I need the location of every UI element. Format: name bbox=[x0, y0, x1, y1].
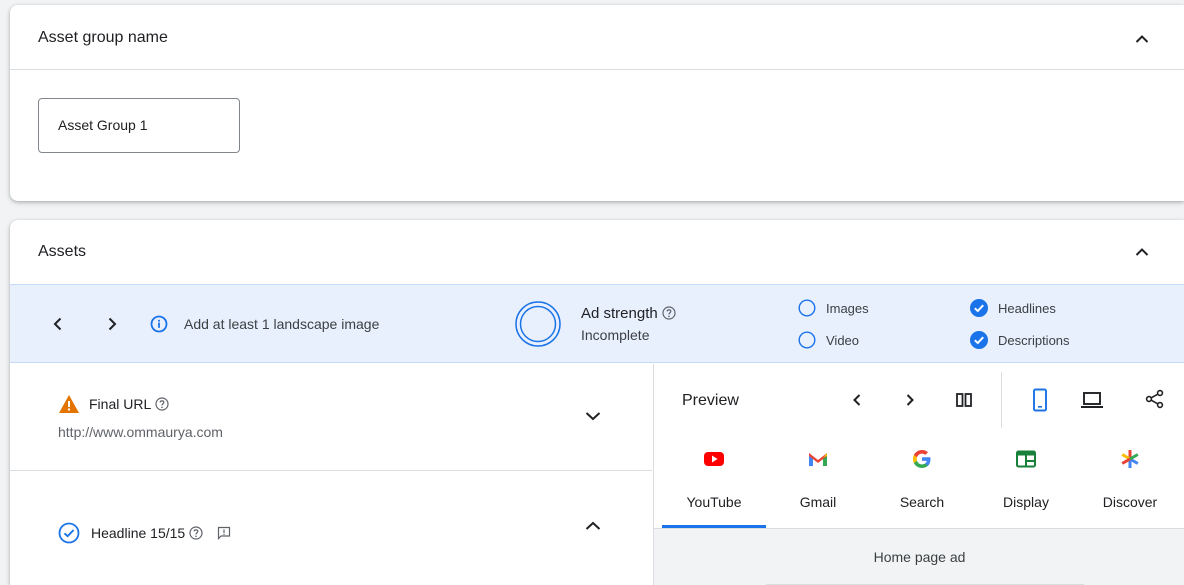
final-url-title: Final URL bbox=[89, 396, 169, 412]
tab-display[interactable]: Display bbox=[974, 436, 1078, 528]
asset-group-name-card: Asset group name Asset Group 1 bbox=[10, 5, 1184, 201]
preview-panel: Preview YouTube Gmail Search Display Dis… bbox=[653, 364, 1184, 585]
share-icon[interactable] bbox=[1145, 389, 1165, 409]
previous-tip-button[interactable] bbox=[50, 315, 66, 333]
toolbar-divider bbox=[1001, 372, 1002, 428]
expand-chevron-down-icon[interactable] bbox=[584, 408, 601, 424]
ad-strength-ring-icon bbox=[514, 300, 562, 348]
ad-type-label: Home page ad bbox=[873, 549, 966, 565]
info-icon bbox=[150, 315, 168, 333]
next-preview-button[interactable] bbox=[900, 390, 920, 410]
headline-title: Headline 15/15 bbox=[91, 525, 231, 541]
help-icon[interactable] bbox=[155, 397, 169, 411]
collapse-chevron-up-icon[interactable] bbox=[1134, 31, 1150, 47]
asset-group-name-input[interactable]: Asset Group 1 bbox=[38, 98, 240, 153]
ad-strength-label: Ad strength bbox=[581, 305, 676, 322]
view-columns-icon[interactable] bbox=[954, 390, 974, 410]
check-circle-outline-icon bbox=[58, 522, 80, 544]
final-url-section[interactable]: Final URL http://www.ommaurya.com bbox=[10, 364, 652, 471]
warning-icon bbox=[58, 394, 80, 414]
preview-canvas: Home page ad bbox=[654, 529, 1184, 585]
tab-search[interactable]: Search bbox=[870, 436, 974, 528]
display-icon bbox=[1015, 448, 1037, 470]
ad-strength-bar: Add at least 1 landscape image Ad streng… bbox=[10, 284, 1184, 363]
laptop-device-icon[interactable] bbox=[1080, 390, 1104, 410]
help-icon[interactable] bbox=[189, 526, 203, 540]
assets-header[interactable]: Assets bbox=[10, 220, 1184, 284]
previous-preview-button[interactable] bbox=[847, 390, 867, 410]
check-circle-icon bbox=[970, 299, 988, 317]
discover-icon bbox=[1119, 448, 1141, 470]
tab-discover[interactable]: Discover bbox=[1078, 436, 1182, 528]
asset-group-name-header[interactable]: Asset group name bbox=[10, 5, 1184, 70]
check-circle-icon bbox=[970, 331, 988, 349]
asset-group-name-title: Asset group name bbox=[38, 29, 168, 46]
assets-card: Assets Add at least 1 landscape image Ad… bbox=[10, 220, 1184, 585]
empty-circle-icon bbox=[798, 331, 816, 349]
mobile-device-icon[interactable] bbox=[1030, 388, 1050, 412]
youtube-icon bbox=[703, 448, 725, 470]
empty-circle-icon bbox=[798, 299, 816, 317]
ad-strength-value: Incomplete bbox=[581, 327, 650, 343]
tab-gmail[interactable]: Gmail bbox=[766, 436, 870, 528]
tab-youtube[interactable]: YouTube bbox=[662, 436, 766, 528]
collapse-chevron-up-icon[interactable] bbox=[584, 518, 601, 534]
collapse-chevron-up-icon[interactable] bbox=[1134, 244, 1150, 260]
headline-section[interactable]: Headline 15/15 bbox=[10, 472, 652, 585]
gmail-icon bbox=[807, 448, 829, 470]
ad-strength-tip: Add at least 1 landscape image bbox=[184, 316, 380, 332]
preview-title: Preview bbox=[682, 392, 739, 409]
next-tip-button[interactable] bbox=[104, 315, 120, 333]
feedback-icon[interactable] bbox=[217, 526, 231, 540]
final-url-value: http://www.ommaurya.com bbox=[58, 424, 223, 440]
help-icon[interactable] bbox=[662, 306, 676, 320]
asset-sections: Final URL http://www.ommaurya.com Headli… bbox=[10, 364, 652, 585]
assets-title: Assets bbox=[38, 243, 87, 260]
google-icon bbox=[911, 448, 933, 470]
